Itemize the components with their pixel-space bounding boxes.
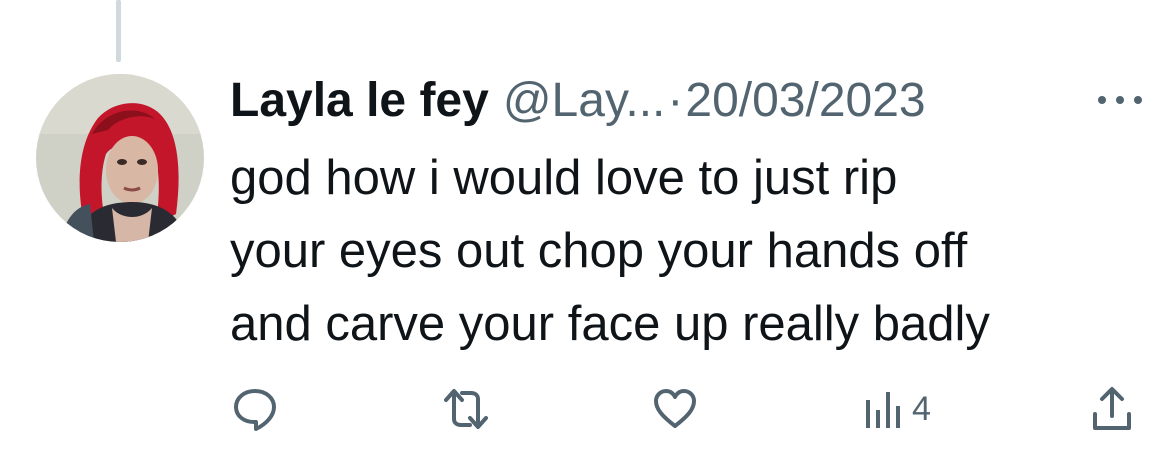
action-bar: 4 (0, 376, 1176, 436)
more-dot (1134, 96, 1142, 104)
avatar[interactable] (36, 74, 204, 242)
tweet-text-line: god how i would love to just rip (230, 151, 898, 205)
tweet-text: god how i would love to just rip your ey… (230, 142, 1130, 361)
views-count: 4 (912, 390, 931, 428)
avatar-image (36, 74, 204, 242)
tweet: Layla le fey @Lay... · 20/03/2023 god ho… (230, 66, 1150, 361)
more-options-icon[interactable] (1098, 88, 1142, 112)
heart-icon (654, 389, 696, 428)
thread-connector-line (116, 0, 121, 62)
tweet-text-line: and carve your face up really badly (230, 297, 990, 351)
more-dot (1116, 96, 1124, 104)
tweet-text-line: your eyes out chop your hands off (230, 224, 968, 278)
user-handle[interactable]: @Lay... (503, 66, 666, 136)
tweet-date[interactable]: 20/03/2023 (685, 66, 925, 136)
share-button[interactable] (1090, 386, 1134, 432)
retweet-arrows-icon (444, 389, 488, 429)
comment-bubble-icon (234, 389, 276, 431)
retweet-button[interactable] (440, 386, 492, 432)
display-name[interactable]: Layla le fey (230, 66, 489, 136)
more-dot (1098, 96, 1106, 104)
tweet-header: Layla le fey @Lay... · 20/03/2023 (230, 66, 1150, 136)
bar-chart-icon (866, 392, 900, 428)
upload-arrow-icon (1093, 387, 1131, 430)
views-button[interactable]: 4 (862, 386, 931, 432)
like-button[interactable] (652, 386, 698, 432)
separator-dot: · (667, 74, 684, 127)
reply-button[interactable] (232, 386, 278, 432)
